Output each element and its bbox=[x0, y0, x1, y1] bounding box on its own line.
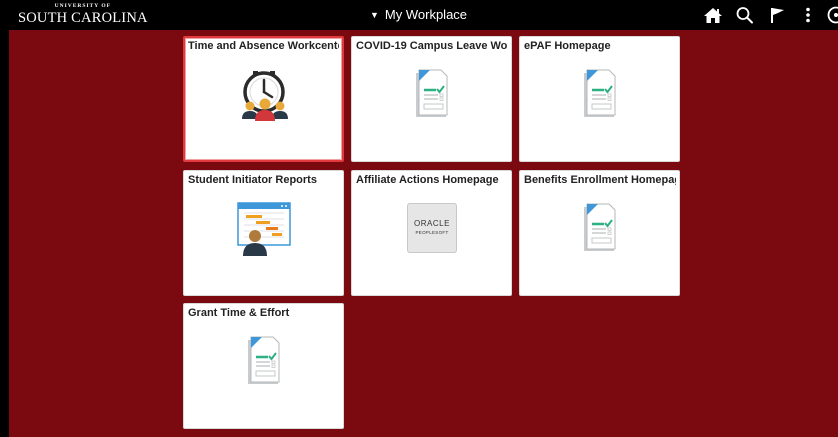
document-checklist-icon bbox=[416, 69, 448, 117]
tile-affiliate-actions-homepage[interactable]: Affiliate Actions Homepage ORACLE PEOPLE… bbox=[351, 170, 512, 296]
tile-label: Time and Absence Workcenter bbox=[188, 40, 339, 52]
clock-people-icon bbox=[242, 71, 288, 121]
caret-down-icon: ▼ bbox=[370, 10, 379, 20]
top-banner: UNIVERSITY OF SOUTH CAROLINA ▼ My Workpla… bbox=[0, 0, 838, 30]
help-icon[interactable] bbox=[826, 6, 838, 24]
gantt-chart-person-icon bbox=[237, 202, 291, 256]
document-checklist-icon bbox=[584, 203, 616, 251]
university-logo[interactable]: UNIVERSITY OF SOUTH CAROLINA bbox=[18, 3, 148, 26]
home-icon[interactable] bbox=[703, 6, 723, 24]
oracle-peoplesoft-icon: ORACLE PEOPLESOFT bbox=[407, 203, 457, 253]
document-checklist-icon bbox=[584, 69, 616, 117]
tile-benefits-enrollment-homepage[interactable]: Benefits Enrollment Homepage bbox=[519, 170, 680, 296]
peoplesoft-text: PEOPLESOFT bbox=[415, 230, 449, 235]
tile-label: Affiliate Actions Homepage bbox=[356, 174, 499, 186]
logo-line2: SOUTH CAROLINA bbox=[18, 9, 148, 26]
more-icon[interactable] bbox=[801, 6, 815, 24]
tile-label: Grant Time & Effort bbox=[188, 307, 290, 319]
tile-epaf-homepage[interactable]: ePAF Homepage bbox=[519, 36, 680, 162]
search-icon[interactable] bbox=[735, 6, 755, 24]
oracle-text: ORACLE bbox=[414, 219, 450, 228]
tile-label: COVID-19 Campus Leave Workctr bbox=[356, 40, 508, 52]
tile-label: Benefits Enrollment Homepage bbox=[524, 174, 676, 186]
document-checklist-icon bbox=[248, 336, 280, 384]
tile-student-initiator-reports[interactable]: Student Initiator Reports bbox=[183, 170, 344, 296]
logo-line1: UNIVERSITY OF bbox=[54, 3, 112, 9]
tile-label: ePAF Homepage bbox=[524, 40, 611, 52]
tile-time-and-absence-workcenter[interactable]: Time and Absence Workcenter bbox=[183, 36, 344, 162]
page-title-dropdown[interactable]: ▼ My Workplace bbox=[370, 0, 467, 30]
tile-grid: Time and Absence Workcenter COVID-19 Cam… bbox=[9, 30, 838, 437]
page-title: My Workplace bbox=[384, 7, 468, 22]
tile-label: Student Initiator Reports bbox=[188, 174, 317, 186]
flag-icon[interactable] bbox=[768, 6, 788, 24]
tile-grant-time-and-effort[interactable]: Grant Time & Effort bbox=[183, 303, 344, 429]
tile-covid-19-campus-leave-workctr[interactable]: COVID-19 Campus Leave Workctr bbox=[351, 36, 512, 162]
